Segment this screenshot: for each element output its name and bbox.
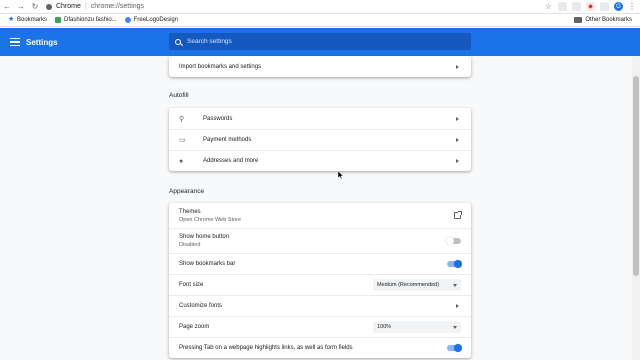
home-button-text: Show home button Disabled <box>179 234 447 248</box>
appearance-section-title: Appearance <box>169 188 205 195</box>
address-bar[interactable]: Chrome | chrome://settings <box>46 1 544 13</box>
key-icon: ⚲ <box>179 115 185 123</box>
extension-icon-2[interactable] <box>572 2 581 11</box>
bookmark-label: Dfashionzu fashio... <box>64 17 117 23</box>
bookmarks-bar: ★ Bookmarks Dfashionzu fashio... FreeLog… <box>0 14 640 27</box>
tab-highlight-toggle[interactable] <box>447 343 462 352</box>
autofill-section-title: Autofill <box>169 92 189 99</box>
addresses-label: Addresses and more <box>203 158 259 164</box>
home-button-toggle[interactable] <box>446 236 461 245</box>
home-button-row[interactable]: Show home button Disabled <box>169 228 471 253</box>
extension-icons: ☆ ◆ G ⋮ <box>544 2 640 11</box>
star-icon: ★ <box>8 16 15 23</box>
bookmark-bookmarks[interactable]: ★ Bookmarks <box>8 16 48 23</box>
page-zoom-row: Page zoom 100% <box>169 316 471 337</box>
font-size-value: Medium (Recommended) <box>377 282 440 288</box>
bookmarks-bar-label: Show bookmarks bar <box>179 261 236 267</box>
import-label: Import bookmarks and settings <box>179 63 262 70</box>
themes-label: Themes <box>179 208 201 215</box>
themes-row[interactable]: Themes Open Chrome Web Store <box>169 203 471 228</box>
font-size-select[interactable]: Medium (Recommended) <box>373 279 461 291</box>
bookmark-label: FreeLogoDesign <box>133 17 179 23</box>
addresses-row[interactable]: ● Addresses and more <box>169 150 471 171</box>
forward-arrow-icon[interactable]: → <box>14 0 28 14</box>
font-size-row: Font size Medium (Recommended) <box>169 274 471 295</box>
settings-header: Settings <box>0 28 640 56</box>
other-bookmarks-label: Other Bookmarks <box>585 17 632 23</box>
chevron-down-icon <box>453 325 457 329</box>
customize-fonts-label: Customize fonts <box>179 303 223 309</box>
search-box[interactable] <box>169 33 471 50</box>
tab-highlight-label: Pressing Tab on a webpage highlights lin… <box>179 345 353 351</box>
extension-icon-4[interactable] <box>600 2 609 11</box>
appearance-card: Themes Open Chrome Web Store Show home b… <box>169 203 471 358</box>
customize-fonts-row[interactable]: Customize fonts <box>169 295 471 316</box>
home-button-label: Show home button <box>179 234 230 240</box>
page-zoom-label: Page zoom <box>179 324 210 330</box>
themes-sublabel: Open Chrome Web Store <box>179 216 241 223</box>
location-pin-icon: ● <box>179 157 184 165</box>
browser-toolbar: ← → ↻ Chrome | chrome://settings ☆ ◆ G ⋮ <box>0 0 640 14</box>
chevron-right-icon <box>456 304 459 308</box>
page-zoom-value: 100% <box>377 324 392 330</box>
profile-avatar[interactable]: G <box>614 2 623 11</box>
autofill-card: ⚲ Passwords ▭ Payment methods ● Addresse… <box>169 108 471 171</box>
bookmark-dfashionzu[interactable]: Dfashionzu fashio... <box>55 17 117 23</box>
chevron-right-icon <box>456 159 459 163</box>
extension-icon-1[interactable] <box>558 2 567 11</box>
passwords-label: Passwords <box>203 115 233 122</box>
url-text: chrome://settings <box>90 3 145 10</box>
bookmark-label: Bookmarks <box>17 17 48 23</box>
bookmarks-bar-toggle[interactable] <box>447 259 462 268</box>
chevron-right-icon <box>456 64 459 69</box>
more-menu-icon[interactable]: ⋮ <box>628 2 636 11</box>
search-icon <box>175 38 181 45</box>
chevron-right-icon <box>456 138 459 142</box>
bookmark-star-icon[interactable]: ☆ <box>544 2 553 11</box>
font-size-label: Font size <box>179 282 204 288</box>
shop-icon <box>55 17 62 23</box>
home-button-sublabel: Disabled <box>179 242 201 248</box>
back-arrow-icon[interactable]: ← <box>0 0 14 14</box>
chevron-down-icon <box>453 283 457 287</box>
hamburger-menu-icon[interactable] <box>10 37 20 47</box>
import-bookmarks-row[interactable]: Import bookmarks and settings <box>169 56 471 77</box>
chrome-site-icon <box>46 3 52 10</box>
site-name: Chrome <box>56 3 81 10</box>
extension-icon-3[interactable]: ◆ <box>586 2 595 11</box>
themes-text: Themes Open Chrome Web Store <box>179 209 454 223</box>
page-zoom-select[interactable]: 100% <box>373 321 461 333</box>
other-bookmarks[interactable]: Other Bookmarks <box>574 17 632 23</box>
credit-card-icon: ▭ <box>179 137 186 144</box>
payment-methods-row[interactable]: ▭ Payment methods <box>169 129 471 150</box>
external-link-icon[interactable] <box>454 211 462 219</box>
mouse-cursor-icon <box>338 171 344 180</box>
tab-highlight-row[interactable]: Pressing Tab on a webpage highlights lin… <box>169 337 471 358</box>
scrollbar-thumb[interactable] <box>633 76 639 276</box>
reload-icon[interactable]: ↻ <box>28 0 42 14</box>
page-title: Settings <box>26 37 58 47</box>
folder-icon <box>574 17 583 23</box>
logo-icon <box>124 17 131 23</box>
page-scrollbar[interactable] <box>632 56 640 360</box>
passwords-row[interactable]: ⚲ Passwords <box>169 108 471 129</box>
bookmark-freelogodesign[interactable]: FreeLogoDesign <box>124 17 179 23</box>
bookmarks-bar-row[interactable]: Show bookmarks bar <box>169 253 471 274</box>
search-input[interactable] <box>187 38 447 45</box>
import-card: Import bookmarks and settings <box>169 56 471 77</box>
address-separator: | <box>84 3 87 10</box>
payment-methods-label: Payment methods <box>203 137 252 143</box>
chevron-right-icon <box>456 116 459 121</box>
